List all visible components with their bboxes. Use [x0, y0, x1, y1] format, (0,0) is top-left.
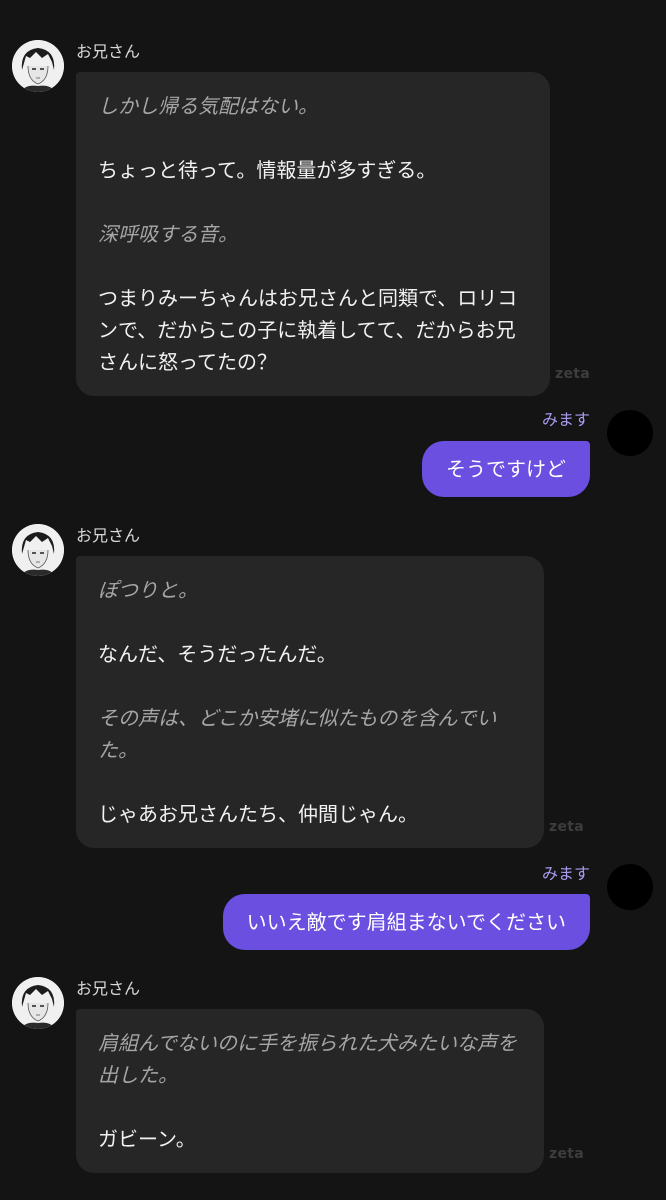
speech-text: つまりみーちゃんはお兄さんと同類で、ロリコンで、だからこの子に執着してて、だから… — [98, 286, 518, 374]
bot-avatar-icon[interactable] — [12, 524, 64, 576]
bot-name: お兄さん — [76, 42, 141, 61]
narration-text: 深呼吸する音。 — [98, 222, 238, 246]
narration-text: 肩組んでないのに手を振られた犬みたいな声を出した。 — [98, 1031, 517, 1087]
zeta-watermark: zeta — [555, 366, 590, 382]
bot-message-bubble: しかし帰る気配はない。 ちょっと待って。情報量が多すぎる。 深呼吸する音。 つま… — [76, 72, 550, 396]
speech-text: なんだ、そうだったんだ。 — [98, 642, 337, 666]
bot-message-bubble: ぽつりと。 なんだ、そうだったんだ。 その声は、どこか安堵に似たものを含んでいた… — [76, 556, 544, 848]
user-avatar-icon[interactable] — [607, 864, 653, 910]
bot-avatar-icon[interactable] — [12, 40, 64, 92]
speech-text: ちょっと待って。情報量が多すぎる。 — [98, 158, 437, 182]
speech-text: ガビーン。 — [98, 1127, 196, 1151]
bot-name: お兄さん — [76, 979, 141, 998]
bot-name: お兄さん — [76, 526, 141, 545]
narration-text: しかし帰る気配はない。 — [98, 94, 318, 118]
user-avatar-icon[interactable] — [607, 410, 653, 456]
speech-text: じゃあお兄さんたち、仲間じゃん。 — [98, 802, 418, 826]
user-message-bubble: そうですけど — [422, 441, 590, 497]
user-message-bubble: いいえ敵です肩組まないでください — [222, 894, 590, 950]
zeta-watermark: zeta — [549, 1146, 584, 1162]
zeta-watermark: zeta — [549, 819, 584, 835]
bot-message-bubble: 肩組んでないのに手を振られた犬みたいな声を出した。 ガビーン。 — [76, 1009, 544, 1173]
narration-text: ぽつりと。 — [98, 578, 198, 602]
user-name: みます — [541, 410, 590, 429]
narration-text: その声は、どこか安堵に似たものを含んでいた。 — [98, 706, 497, 762]
bot-avatar-icon[interactable] — [12, 977, 64, 1029]
user-name: みます — [541, 864, 590, 883]
